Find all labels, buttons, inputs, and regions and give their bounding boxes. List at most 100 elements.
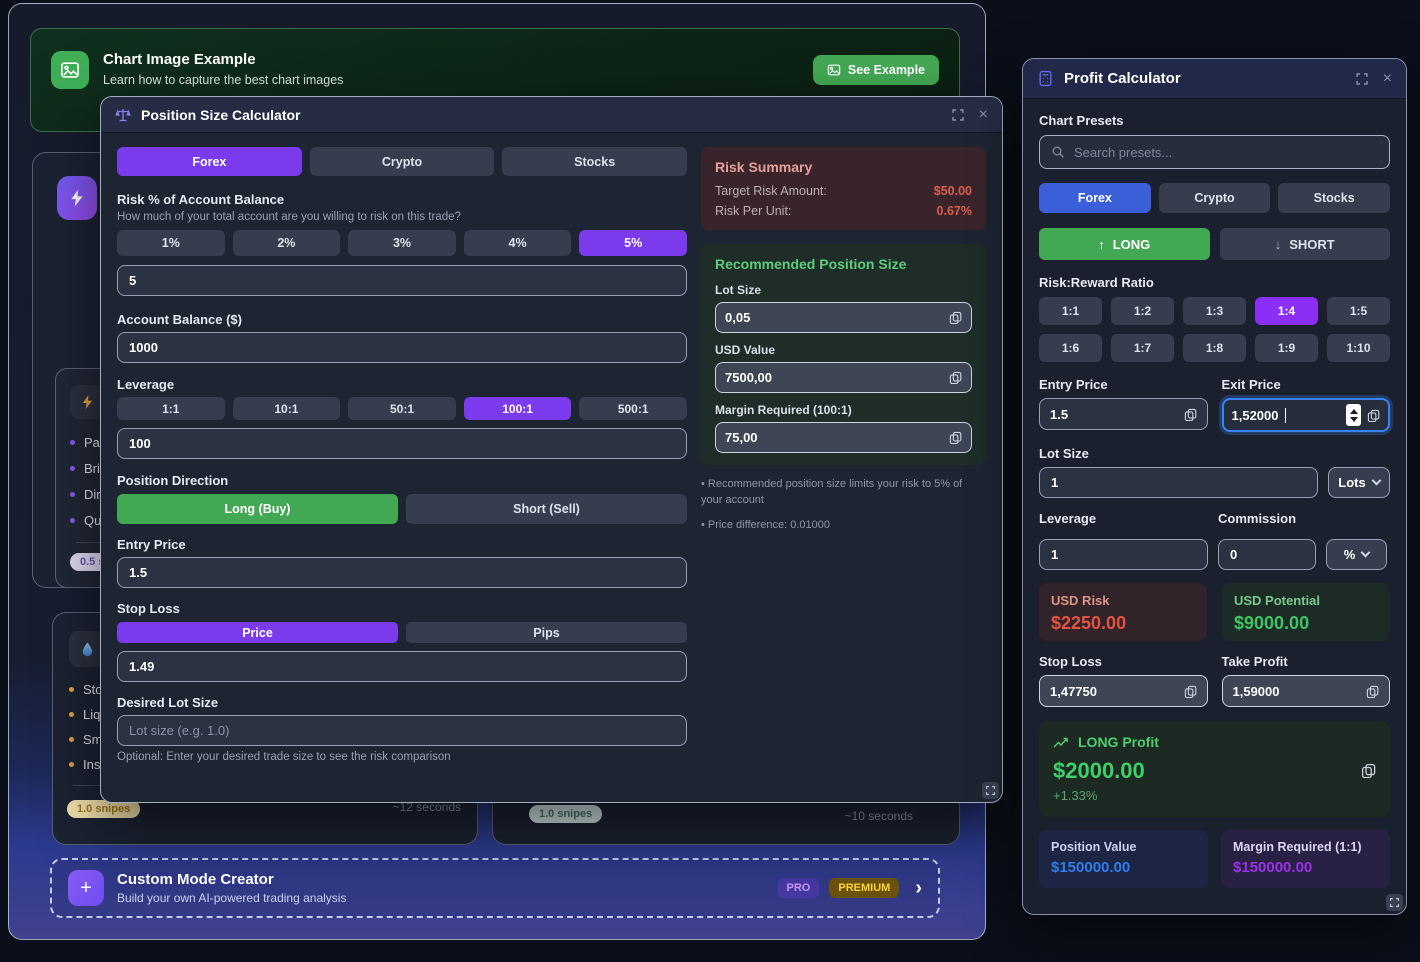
desired-lot-size-label: Desired Lot Size [117, 695, 687, 710]
rr-1-10[interactable]: 1:10 [1327, 334, 1390, 362]
rr-1-4[interactable]: 1:4 [1255, 297, 1318, 325]
long-profit-percent: +1.33% [1053, 788, 1376, 803]
rr-1-1[interactable]: 1:1 [1039, 297, 1102, 325]
exit-price-label: Exit Price [1222, 377, 1391, 392]
rec-lot-size-label: Lot Size [715, 283, 972, 297]
resize-handle[interactable] [982, 782, 999, 799]
risk-option-2[interactable]: 2% [233, 230, 341, 256]
account-balance-input[interactable] [117, 332, 687, 363]
risk-option-1[interactable]: 1% [117, 230, 225, 256]
image-icon [827, 63, 841, 77]
stepper-down-icon[interactable] [1350, 417, 1358, 422]
stop-loss-input[interactable] [117, 651, 687, 682]
rr-1-3[interactable]: 1:3 [1183, 297, 1246, 325]
long-buy-button[interactable]: Long (Buy) [117, 494, 398, 524]
expand-icon[interactable] [951, 108, 965, 122]
preset-search[interactable] [1039, 135, 1390, 169]
entry-price-field[interactable]: 1.5 [1039, 398, 1208, 430]
stop-loss-tab-price[interactable]: Price [117, 622, 398, 643]
long-button[interactable]: ↑ LONG [1039, 228, 1210, 260]
entry-price-input[interactable] [117, 557, 687, 588]
banner-title: Chart Image Example [103, 51, 343, 68]
rec-lot-size-field[interactable]: 0,05 [715, 302, 972, 333]
short-button[interactable]: ↓ SHORT [1220, 228, 1391, 260]
take-profit-field[interactable]: 1,59000 [1222, 675, 1391, 707]
exit-price-field[interactable]: 1,52000 [1222, 398, 1391, 432]
copy-icon[interactable] [949, 371, 962, 384]
rr-1-7[interactable]: 1:7 [1111, 334, 1174, 362]
risk-percent-options: 1% 2% 3% 4% 5% [117, 230, 687, 256]
rr-1-5[interactable]: 1:5 [1327, 297, 1390, 325]
stop-loss-label: Stop Loss [117, 601, 687, 616]
bullet-icon [69, 687, 74, 692]
risk-percent-input[interactable] [117, 265, 687, 296]
risk-option-3[interactable]: 3% [348, 230, 456, 256]
tab-crypto[interactable]: Crypto [1159, 183, 1271, 213]
leverage-input[interactable] [1039, 539, 1208, 570]
stepper-up-icon[interactable] [1350, 409, 1358, 414]
tab-stocks[interactable]: Stocks [502, 147, 687, 176]
close-icon[interactable]: × [979, 106, 988, 124]
copy-icon[interactable] [1366, 685, 1379, 698]
copy-icon[interactable] [1367, 409, 1380, 422]
text-cursor [1285, 408, 1287, 423]
number-stepper[interactable] [1346, 404, 1361, 426]
rr-1-6[interactable]: 1:6 [1039, 334, 1102, 362]
panel-title: Profit Calculator [1064, 70, 1181, 87]
lot-unit-select[interactable]: Lots [1328, 467, 1390, 498]
lot-size-input[interactable] [1039, 467, 1318, 498]
custom-mode-creator-banner[interactable]: + Custom Mode Creator Build your own AI-… [50, 858, 940, 918]
stop-loss-tab-pips[interactable]: Pips [406, 622, 687, 643]
bullet-icon [70, 492, 75, 497]
commission-unit-select[interactable]: % [1326, 539, 1387, 570]
tab-forex[interactable]: Forex [117, 147, 302, 176]
risk-option-4[interactable]: 4% [464, 230, 572, 256]
long-profit-label: LONG Profit [1078, 734, 1159, 750]
leverage-option-500-1[interactable]: 500:1 [579, 397, 687, 420]
asset-tabs: Forex Crypto Stocks [117, 147, 687, 176]
risk-percent-label: Risk % of Account Balance [117, 192, 687, 207]
risk-reward-label: Risk:Reward Ratio [1039, 275, 1390, 290]
tab-forex[interactable]: Forex [1039, 183, 1151, 213]
short-sell-button[interactable]: Short (Sell) [406, 494, 687, 524]
rr-1-2[interactable]: 1:2 [1111, 297, 1174, 325]
rr-1-8[interactable]: 1:8 [1183, 334, 1246, 362]
stop-loss-field[interactable]: 1,47750 [1039, 675, 1208, 707]
position-value-amount: $150000.00 [1051, 859, 1196, 876]
leverage-option-100-1[interactable]: 100:1 [464, 397, 572, 420]
resize-handle[interactable] [1386, 894, 1403, 911]
see-example-button[interactable]: See Example [813, 55, 939, 85]
risk-summary-title: Risk Summary [715, 159, 972, 175]
copy-icon[interactable] [949, 431, 962, 444]
preset-search-input[interactable] [1074, 145, 1378, 160]
tab-stocks[interactable]: Stocks [1278, 183, 1390, 213]
leverage-input[interactable] [117, 428, 687, 459]
expand-icon[interactable] [1355, 72, 1369, 86]
rec-margin-field[interactable]: 75,00 [715, 422, 972, 453]
leverage-option-1-1[interactable]: 1:1 [117, 397, 225, 420]
position-value-box: Position Value $150000.00 [1039, 830, 1208, 888]
profit-calculator-panel: Profit Calculator × Chart Presets Forex … [1022, 58, 1407, 915]
rec-usd-value-field[interactable]: 7500,00 [715, 362, 972, 393]
arrow-down-icon: ↓ [1275, 237, 1282, 252]
chart-presets-label: Chart Presets [1039, 113, 1390, 128]
risk-percent-help: How much of your total account are you w… [117, 211, 687, 223]
close-icon[interactable]: × [1383, 70, 1392, 88]
tab-crypto[interactable]: Crypto [310, 147, 495, 176]
risk-option-5[interactable]: 5% [579, 230, 687, 256]
copy-icon[interactable] [1361, 763, 1376, 778]
commission-input[interactable] [1218, 539, 1316, 570]
entry-price-label: Entry Price [117, 537, 687, 552]
custom-mode-title: Custom Mode Creator [117, 871, 346, 888]
copy-icon[interactable] [949, 311, 962, 324]
modal-title: Position Size Calculator [141, 107, 300, 123]
leverage-option-50-1[interactable]: 50:1 [348, 397, 456, 420]
entry-price-label: Entry Price [1039, 377, 1208, 392]
chevron-right-icon[interactable]: › [915, 877, 922, 900]
copy-icon[interactable] [1184, 685, 1197, 698]
desired-lot-size-input[interactable] [117, 715, 687, 746]
note-risk-limit: Recommended position size limits your ri… [701, 477, 986, 509]
leverage-option-10-1[interactable]: 10:1 [233, 397, 341, 420]
rr-1-9[interactable]: 1:9 [1255, 334, 1318, 362]
copy-icon[interactable] [1184, 408, 1197, 421]
